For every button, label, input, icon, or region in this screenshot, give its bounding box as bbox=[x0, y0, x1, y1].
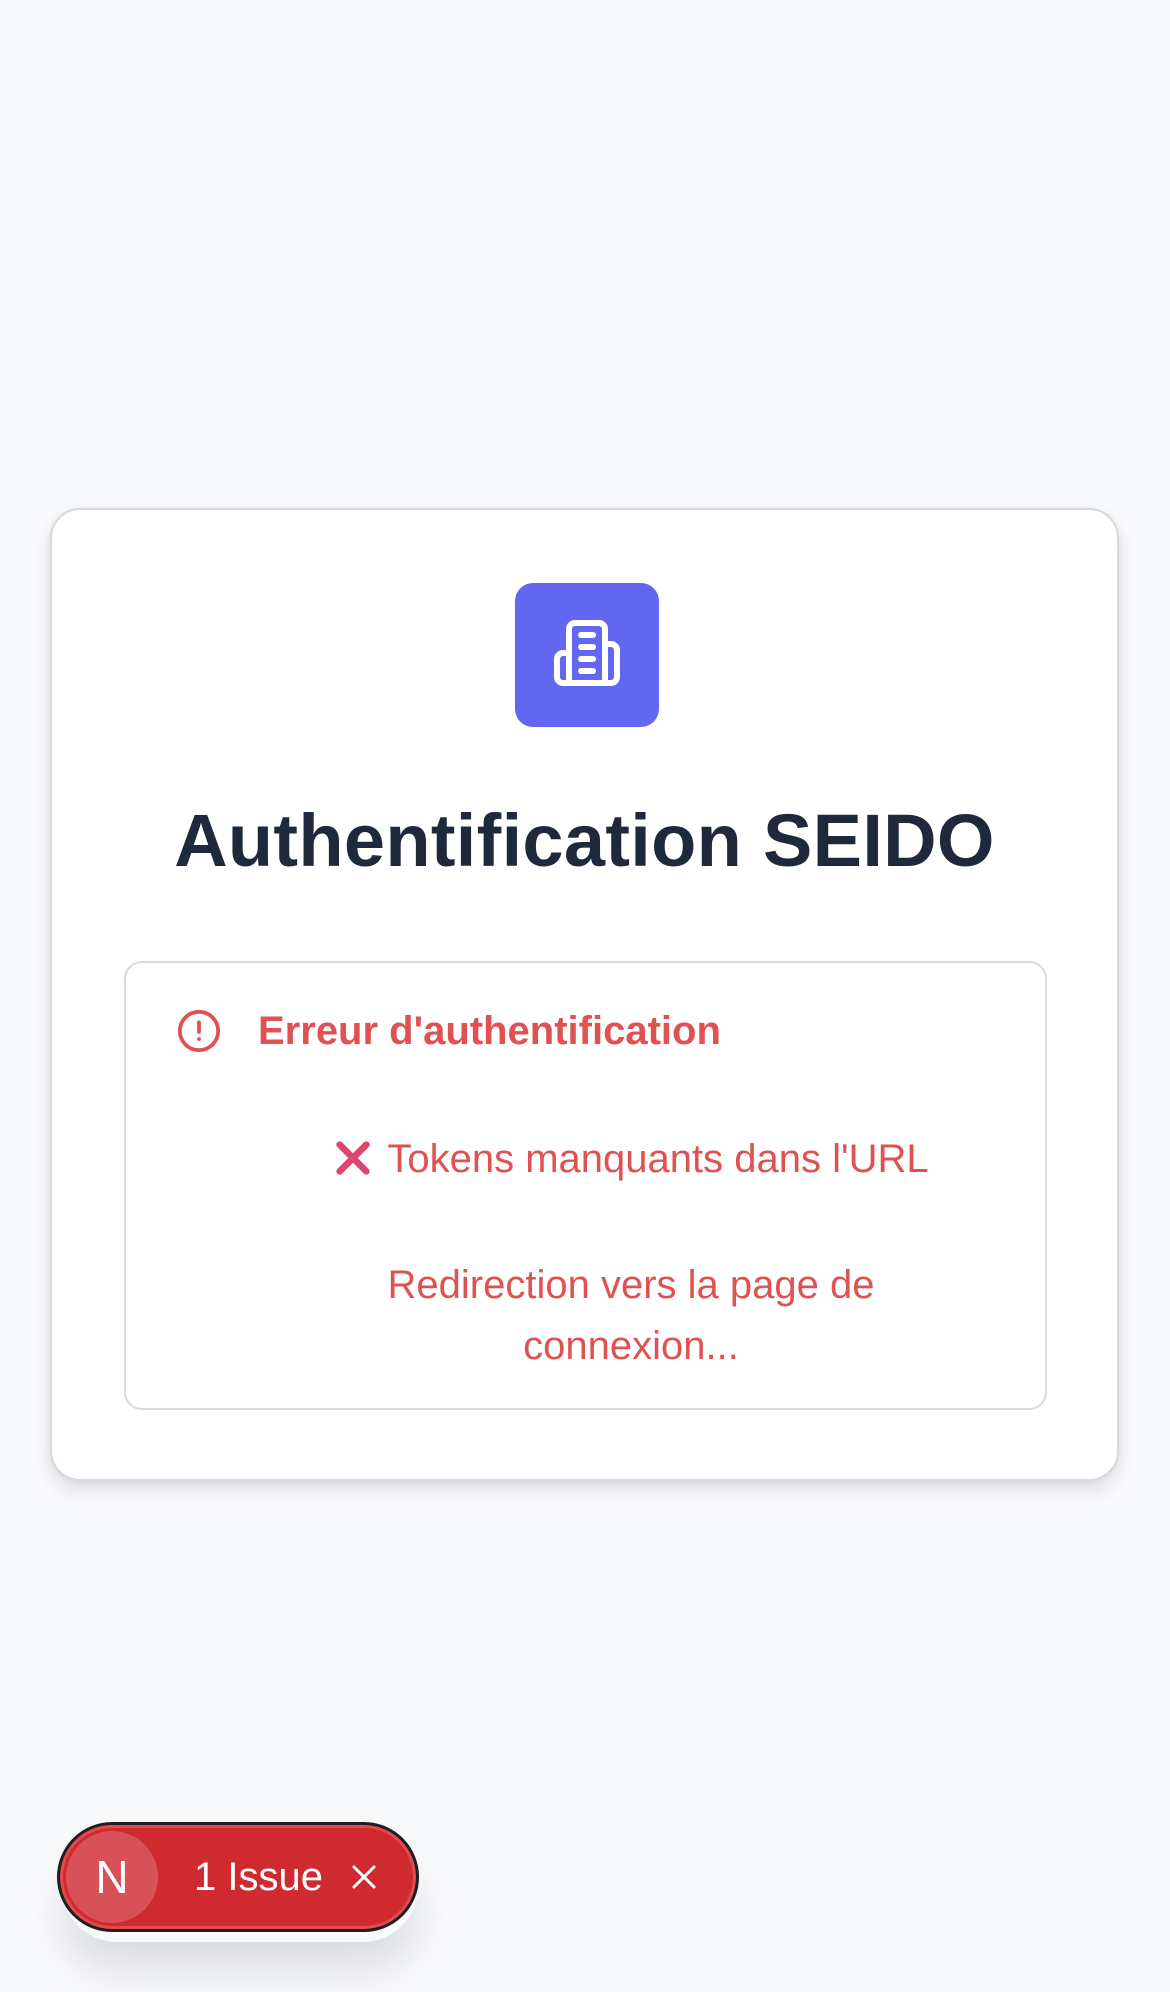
building-icon bbox=[551, 617, 623, 694]
alert-circle-icon bbox=[176, 1008, 222, 1054]
alert-message-text: Tokens manquants dans l'URL bbox=[387, 1137, 929, 1181]
page-title: Authentification SEIDO bbox=[174, 799, 995, 882]
issues-count-label[interactable]: 1 Issue bbox=[194, 1852, 323, 1902]
cross-mark-icon bbox=[333, 1138, 373, 1178]
redirect-message: Redirection vers la page de connexion... bbox=[387, 1263, 875, 1368]
issues-badge[interactable]: N 1 Issue bbox=[57, 1822, 419, 1932]
alert-message: Tokens manquants dans l'URL bbox=[251, 1135, 1011, 1183]
nextjs-logo[interactable]: N bbox=[66, 1831, 158, 1923]
close-icon[interactable] bbox=[346, 1859, 382, 1895]
auth-card: Authentification SEIDO Erreur d'authenti… bbox=[50, 508, 1119, 1481]
alert-title: Erreur d'authentification bbox=[258, 1009, 721, 1053]
error-alert: Erreur d'authentification Tokens manquan… bbox=[124, 961, 1047, 1410]
app-logo bbox=[515, 583, 659, 727]
